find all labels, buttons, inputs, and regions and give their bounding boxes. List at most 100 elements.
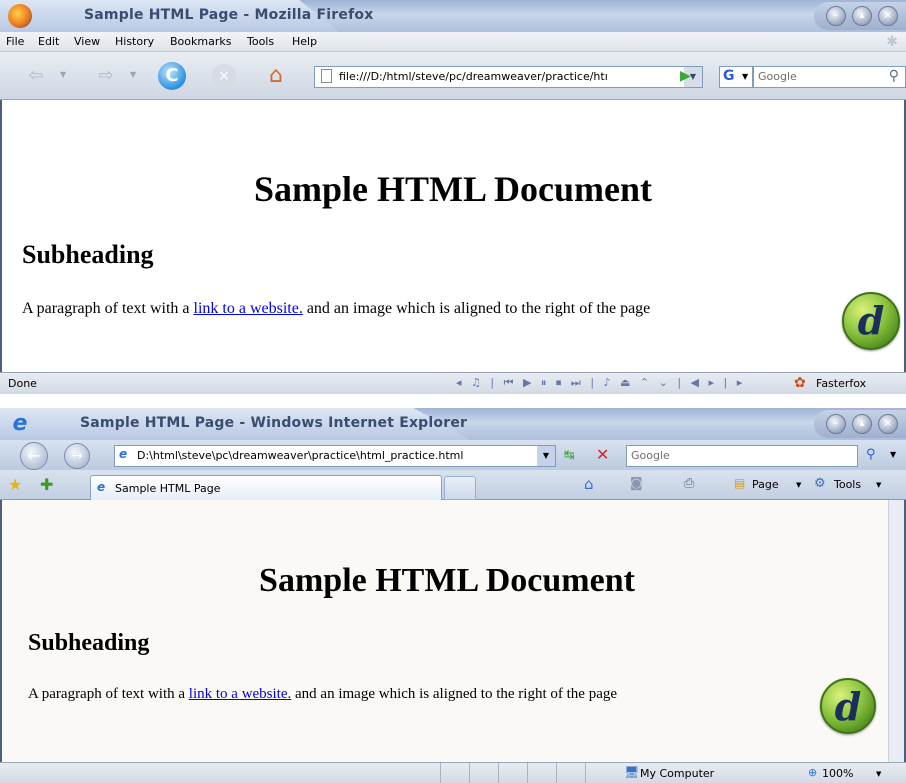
search-input[interactable]: Google ⚲ bbox=[753, 66, 906, 88]
tools-menu-dropdown-icon[interactable]: ▼ bbox=[876, 481, 881, 489]
address-bar[interactable]: e D:\html\steve\pc\dreamweaver\practice\… bbox=[114, 445, 556, 467]
security-zone: My Computer bbox=[640, 767, 715, 780]
search-options-icon[interactable]: ▼ bbox=[890, 450, 896, 459]
menu-history[interactable]: History bbox=[115, 35, 154, 48]
firefox-titlebar[interactable]: Sample HTML Page - Mozilla Firefox – ▴ × bbox=[0, 0, 906, 32]
back-button[interactable]: ← bbox=[20, 442, 48, 470]
window-separator bbox=[0, 400, 906, 408]
ie-page-icon: e bbox=[119, 447, 128, 461]
firefox-status-bar: Done ◂ ♫ | ⏮ ▶ ⏸ ⏹ ⏭ | ♪ ⏏ ⌃ ⌄ | ◀ ▸ | ▸… bbox=[0, 372, 906, 394]
logo-letter: d bbox=[834, 684, 862, 729]
ie-titlebar[interactable]: e Sample HTML Page - Windows Internet Ex… bbox=[0, 408, 906, 440]
dreamweaver-logo-icon: d bbox=[842, 292, 900, 350]
tools-menu-icon: ⚙ bbox=[814, 476, 826, 491]
zoom-level[interactable]: 100% bbox=[822, 767, 853, 780]
window-title: Sample HTML Page - Mozilla Firefox bbox=[84, 7, 374, 23]
home-icon[interactable]: ⌂ bbox=[584, 475, 594, 493]
go-button[interactable]: ▶ bbox=[680, 68, 691, 84]
page-menu[interactable]: Page bbox=[752, 478, 779, 491]
logo-letter: d bbox=[857, 298, 885, 343]
address-text: D:\html\steve\pc\dreamweaver\practice\ht… bbox=[137, 449, 464, 462]
back-dropdown-icon[interactable]: ▼ bbox=[60, 70, 66, 79]
maximize-button[interactable]: ▴ bbox=[852, 414, 872, 434]
ie-page-content: Sample HTML Document Subheading A paragr… bbox=[0, 500, 906, 762]
window-title: Sample HTML Page - Windows Internet Expl… bbox=[80, 415, 468, 431]
feeds-icon[interactable]: ◙ bbox=[630, 476, 643, 491]
ie-address-toolbar: ← → e D:\html\steve\pc\dreamweaver\pract… bbox=[0, 440, 906, 470]
firefox-logo-icon[interactable] bbox=[8, 4, 32, 28]
search-placeholder: Google bbox=[758, 70, 797, 83]
address-dropdown-icon[interactable]: ▼ bbox=[537, 446, 555, 466]
window-controls: – ▴ × bbox=[814, 2, 906, 30]
page-menu-dropdown-icon[interactable]: ▼ bbox=[796, 481, 801, 489]
search-engine-button[interactable]: G ▼ bbox=[719, 66, 753, 88]
search-input[interactable]: Google bbox=[626, 445, 858, 467]
paragraph-text-after: and an image which is aligned to the rig… bbox=[291, 686, 618, 702]
minimize-button[interactable]: – bbox=[826, 414, 846, 434]
window-controls: – ▴ × bbox=[814, 410, 906, 438]
paragraph-text-before: A paragraph of text with a bbox=[22, 300, 194, 317]
ie-logo-icon[interactable]: e bbox=[8, 412, 32, 436]
tools-menu[interactable]: Tools bbox=[834, 478, 861, 491]
computer-icon: 🖥 bbox=[624, 765, 640, 779]
media-controls[interactable]: ◂ ♫ | ⏮ ▶ ⏸ ⏹ ⏭ | ♪ ⏏ ⌃ ⌄ | ◀ ▸ | ▸ bbox=[456, 376, 745, 390]
tab-label: Sample HTML Page bbox=[115, 482, 221, 495]
tab-sample-html-page[interactable]: e Sample HTML Page bbox=[90, 475, 442, 501]
website-link[interactable]: link to a website. bbox=[189, 686, 291, 702]
menu-bar: File Edit View History Bookmarks Tools H… bbox=[0, 32, 906, 52]
maximize-button[interactable]: ▴ bbox=[852, 6, 872, 26]
paragraph-text-before: A paragraph of text with a bbox=[28, 686, 189, 702]
menu-view[interactable]: View bbox=[74, 35, 100, 48]
fasterfox-label[interactable]: Fasterfox bbox=[816, 377, 866, 390]
menu-edit[interactable]: Edit bbox=[38, 35, 59, 48]
website-link[interactable]: link to a website. bbox=[194, 300, 303, 317]
new-tab-button[interactable] bbox=[444, 476, 476, 500]
zoom-dropdown-icon[interactable]: ▼ bbox=[876, 770, 881, 778]
ie-status-bar: 🖥 My Computer ⊕ 100% ▼ bbox=[0, 762, 906, 783]
stop-icon[interactable]: ✕ bbox=[596, 445, 609, 464]
page-paragraph: A paragraph of text with a link to a web… bbox=[22, 300, 650, 318]
minimize-button[interactable]: – bbox=[826, 6, 846, 26]
back-button[interactable]: ⇦ bbox=[22, 62, 50, 90]
home-button[interactable]: ⌂ bbox=[262, 62, 290, 90]
zoom-icon: ⊕ bbox=[808, 766, 818, 779]
search-icon[interactable]: ⚲ bbox=[866, 447, 876, 462]
close-button[interactable]: × bbox=[878, 414, 898, 434]
page-paragraph: A paragraph of text with a link to a web… bbox=[28, 686, 617, 703]
throbber-icon: ✱ bbox=[886, 34, 898, 50]
tab-ie-icon: e bbox=[97, 480, 106, 494]
forward-dropdown-icon[interactable]: ▼ bbox=[130, 70, 136, 79]
page-heading: Sample HTML Document bbox=[253, 169, 652, 209]
firefox-page-content: Sample HTML Document Subheading A paragr… bbox=[0, 100, 906, 372]
menu-bookmarks[interactable]: Bookmarks bbox=[170, 35, 231, 48]
status-dividers bbox=[440, 763, 610, 783]
search-placeholder: Google bbox=[631, 449, 670, 462]
ie-window: e Sample HTML Page - Windows Internet Ex… bbox=[0, 408, 906, 783]
reload-button[interactable]: C bbox=[158, 62, 186, 90]
page-subheading: Subheading bbox=[22, 240, 154, 269]
refresh-icon[interactable]: ↹ bbox=[564, 448, 575, 463]
menu-file[interactable]: File bbox=[6, 35, 24, 48]
forward-button[interactable]: → bbox=[64, 443, 90, 469]
dreamweaver-logo-icon: d bbox=[820, 678, 876, 734]
address-text: file:///D:/html/steve/pc/dreamweaver/pra… bbox=[339, 70, 608, 83]
stop-button[interactable]: × bbox=[212, 64, 236, 88]
fasterfox-icon[interactable]: ✿ bbox=[794, 375, 806, 391]
menu-help[interactable]: Help bbox=[292, 35, 317, 48]
google-icon: G bbox=[723, 68, 735, 84]
add-favorite-icon[interactable]: ✚ bbox=[40, 475, 53, 494]
engine-dropdown-icon: ▼ bbox=[742, 72, 749, 81]
firefox-window: Sample HTML Page - Mozilla Firefox – ▴ ×… bbox=[0, 0, 906, 400]
page-icon bbox=[321, 69, 332, 83]
navigation-toolbar: ⇦ ▼ ⇨ ▼ C × ⌂ file:///D:/html/steve/pc/d… bbox=[0, 52, 906, 100]
address-bar[interactable]: file:///D:/html/steve/pc/dreamweaver/pra… bbox=[314, 66, 703, 88]
search-icon[interactable]: ⚲ bbox=[889, 68, 899, 84]
vertical-scrollbar[interactable] bbox=[888, 500, 904, 762]
menu-tools[interactable]: Tools bbox=[247, 35, 274, 48]
ie-tab-toolbar: ★ ✚ e Sample HTML Page ⌂ ◙ ⎙ ▤ Page ▼ ⚙ … bbox=[0, 470, 906, 501]
forward-button[interactable]: ⇨ bbox=[92, 62, 120, 90]
paragraph-text-after: and an image which is aligned to the rig… bbox=[302, 300, 651, 317]
print-icon[interactable]: ⎙ bbox=[684, 476, 694, 491]
favorites-star-icon[interactable]: ★ bbox=[8, 475, 22, 494]
close-button[interactable]: × bbox=[878, 6, 898, 26]
